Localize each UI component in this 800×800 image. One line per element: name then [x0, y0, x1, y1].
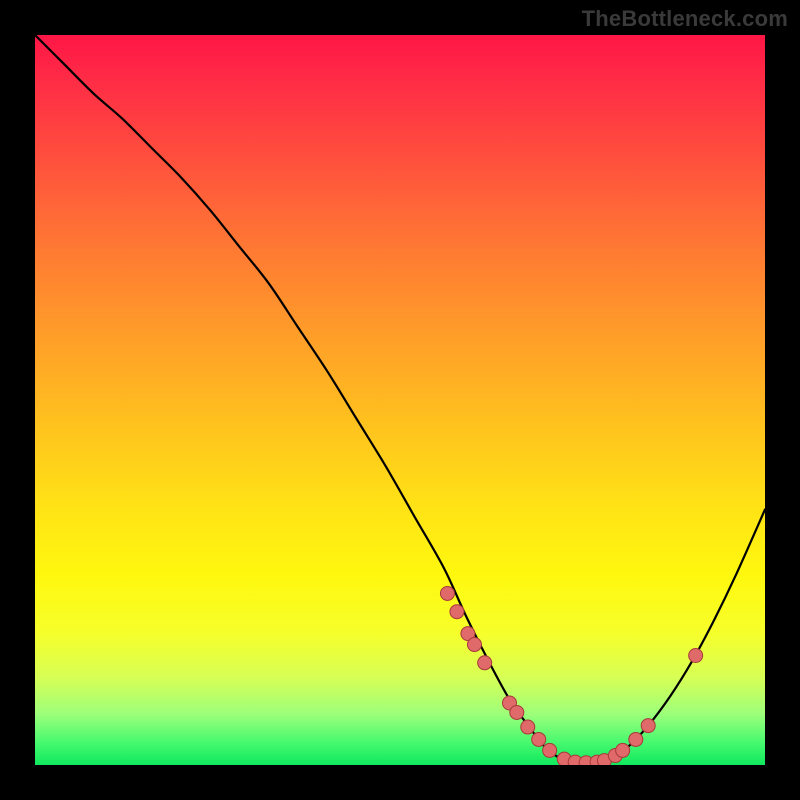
watermark-text: TheBottleneck.com	[582, 6, 788, 32]
data-point	[532, 732, 546, 746]
chart-overlay	[35, 35, 765, 765]
chart-plot-area	[35, 35, 765, 765]
data-point	[478, 656, 492, 670]
data-point	[467, 638, 481, 652]
data-point	[510, 705, 524, 719]
data-point-markers	[440, 586, 702, 765]
data-point	[629, 732, 643, 746]
data-point	[440, 586, 454, 600]
data-point	[616, 743, 630, 757]
data-point	[543, 743, 557, 757]
data-point	[521, 720, 535, 734]
data-point	[689, 649, 703, 663]
data-point	[450, 605, 464, 619]
bottleneck-curve	[35, 35, 765, 764]
data-point	[641, 719, 655, 733]
